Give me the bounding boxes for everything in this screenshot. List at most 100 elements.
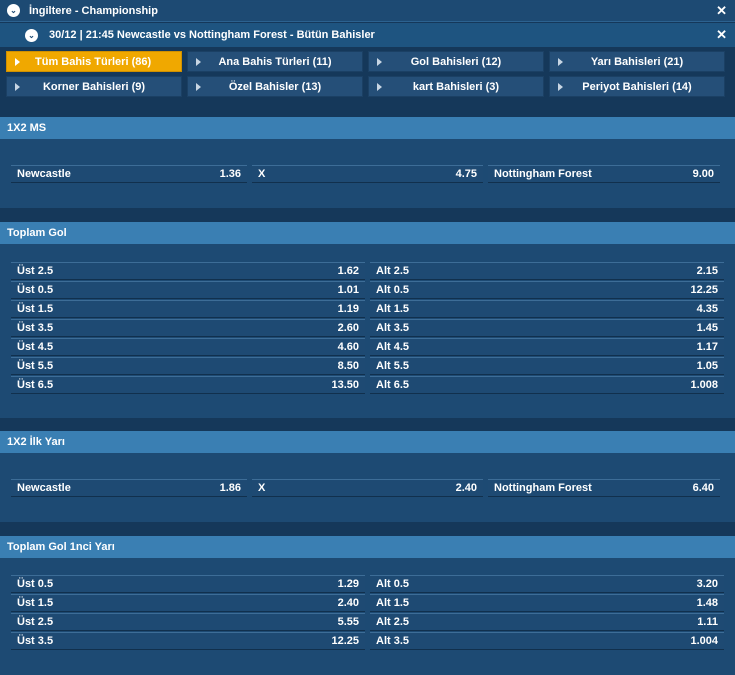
caret-right-icon xyxy=(15,83,20,91)
market-1x2-first-half: 1X2 İlk Yarı Newcastle 1.86 X 2.40 Notting… xyxy=(0,431,735,522)
market-body: Newcastle 1.86 X 2.40 Nottingham Forest 6.4… xyxy=(0,453,735,522)
match-header[interactable]: ⌄ 30/12 | 21:45 Newcastle vs Nottingham … xyxy=(0,23,735,47)
odd-under[interactable]: Alt 3.5 1.45 xyxy=(370,319,724,337)
odd-over[interactable]: Üst 2.5 5.55 xyxy=(11,613,365,631)
odd-over[interactable]: Üst 4.5 4.60 xyxy=(11,338,365,356)
tab-corner-bets[interactable]: Korner Bahisleri (9) xyxy=(6,76,182,97)
outcome-name: Üst 3.5 xyxy=(17,322,54,334)
odds-row: Üst 3.5 12.25 Alt 3.5 1.004 xyxy=(11,632,724,650)
odd-value: 12.25 xyxy=(690,284,718,296)
odd-under[interactable]: Alt 6.5 1.008 xyxy=(370,376,724,394)
outcome-name: Üst 0.5 xyxy=(17,284,54,296)
tab-card-bets[interactable]: kart Bahisleri (3) xyxy=(368,76,544,97)
market-total-goals: Toplam Gol Üst 2.5 1.62 Alt 2.5 2.15 Üst 0… xyxy=(0,222,735,418)
odd-draw[interactable]: X 4.75 xyxy=(252,165,483,183)
tab-label: Yarı Bahisleri (21) xyxy=(590,55,684,68)
tab-period-bets[interactable]: Periyot Bahisleri (14) xyxy=(549,76,725,97)
odds-row: Üst 2.5 1.62 Alt 2.5 2.15 xyxy=(11,262,724,280)
odd-home[interactable]: Newcastle 1.86 xyxy=(11,479,247,497)
league-header[interactable]: ⌄ İngiltere - Championship ✕ xyxy=(0,0,735,22)
odd-over[interactable]: Üst 2.5 1.62 xyxy=(11,262,365,280)
odd-value: 5.55 xyxy=(337,616,359,628)
odd-over[interactable]: Üst 1.5 1.19 xyxy=(11,300,365,318)
tab-main-bets[interactable]: Ana Bahis Türleri (11) xyxy=(187,51,363,72)
outcome-name: Üst 1.5 xyxy=(17,597,54,609)
outcome-name: Üst 0.5 xyxy=(17,578,54,590)
odd-under[interactable]: Alt 5.5 1.05 xyxy=(370,357,724,375)
outcome-name: Alt 0.5 xyxy=(376,578,410,590)
tab-all-bets[interactable]: Tüm Bahis Türleri (86) xyxy=(6,51,182,72)
outcome-name: Alt 3.5 xyxy=(376,322,410,334)
caret-right-icon xyxy=(15,58,20,66)
tab-half-bets[interactable]: Yarı Bahisleri (21) xyxy=(549,51,725,72)
tab-label: Tüm Bahis Türleri (86) xyxy=(35,55,152,68)
odd-away[interactable]: Nottingham Forest 6.40 xyxy=(488,479,720,497)
chevron-down-icon[interactable]: ⌄ xyxy=(7,4,20,17)
odd-value: 4.75 xyxy=(455,168,477,180)
odd-under[interactable]: Alt 4.5 1.17 xyxy=(370,338,724,356)
odd-under[interactable]: Alt 2.5 1.11 xyxy=(370,613,724,631)
odds-row: Üst 1.5 1.19 Alt 1.5 4.35 xyxy=(11,300,724,318)
odd-under[interactable]: Alt 1.5 1.48 xyxy=(370,594,724,612)
odds-row: Üst 6.5 13.50 Alt 6.5 1.008 xyxy=(11,376,724,394)
odd-over[interactable]: Üst 5.5 8.50 xyxy=(11,357,365,375)
odd-away[interactable]: Nottingham Forest 9.00 xyxy=(488,165,720,183)
odd-draw[interactable]: X 2.40 xyxy=(252,479,483,497)
odd-under[interactable]: Alt 0.5 12.25 xyxy=(370,281,724,299)
odd-value: 1.11 xyxy=(697,616,718,628)
outcome-name: Üst 3.5 xyxy=(17,635,54,647)
chevron-down-icon[interactable]: ⌄ xyxy=(25,28,38,42)
match-title: 30/12 | 21:45 Newcastle vs Nottingham Fo… xyxy=(49,29,375,41)
odd-under[interactable]: Alt 1.5 4.35 xyxy=(370,300,724,318)
tab-goal-bets[interactable]: Gol Bahisleri (12) xyxy=(368,51,544,72)
odd-under[interactable]: Alt 3.5 1.004 xyxy=(370,632,724,650)
tab-label: Periyot Bahisleri (14) xyxy=(582,80,692,93)
odd-value: 1.004 xyxy=(690,635,718,647)
outcome-name: Üst 6.5 xyxy=(17,379,54,391)
outcome-name: Üst 1.5 xyxy=(17,303,54,315)
odd-home[interactable]: Newcastle 1.36 xyxy=(11,165,247,183)
tab-label: Özel Bahisler (13) xyxy=(228,80,322,93)
odd-over[interactable]: Üst 0.5 1.29 xyxy=(11,575,365,593)
odd-over[interactable]: Üst 0.5 1.01 xyxy=(11,281,365,299)
market-title: Toplam Gol 1nci Yarı xyxy=(0,536,735,558)
market-title: 1X2 MS xyxy=(0,117,735,139)
odds-row: Newcastle 1.36 X 4.75 Nottingham Forest 9.0… xyxy=(11,165,720,183)
odd-value: 1.17 xyxy=(696,341,718,353)
odd-over[interactable]: Üst 3.5 2.60 xyxy=(11,319,365,337)
odd-value: 2.40 xyxy=(337,597,359,609)
caret-right-icon xyxy=(196,83,201,91)
outcome-name: Alt 1.5 xyxy=(376,597,410,609)
market-title: 1X2 İlk Yarı xyxy=(0,431,735,453)
odd-under[interactable]: Alt 2.5 2.15 xyxy=(370,262,724,280)
outcome-name: Alt 2.5 xyxy=(376,616,410,628)
market-body: Newcastle 1.36 X 4.75 Nottingham Forest 9.0… xyxy=(0,139,735,208)
odd-value: 3.20 xyxy=(696,578,718,590)
odds-row: Üst 2.5 5.55 Alt 2.5 1.11 xyxy=(11,613,724,631)
close-match-button[interactable]: ✕ xyxy=(716,27,727,43)
odd-value: 1.48 xyxy=(696,597,718,609)
odd-over[interactable]: Üst 3.5 12.25 xyxy=(11,632,365,650)
odd-value: 1.19 xyxy=(337,303,359,315)
outcome-name: X xyxy=(258,482,266,494)
odd-under[interactable]: Alt 0.5 3.20 xyxy=(370,575,724,593)
close-league-button[interactable]: ✕ xyxy=(716,3,727,19)
outcome-name: Nottingham Forest xyxy=(494,168,592,180)
market-title: Toplam Gol xyxy=(0,222,735,244)
outcome-name: Nottingham Forest xyxy=(494,482,592,494)
odd-value: 1.62 xyxy=(337,265,359,277)
tab-special-bets[interactable]: Özel Bahisler (13) xyxy=(187,76,363,97)
odds-row: Newcastle 1.86 X 2.40 Nottingham Forest 6.4… xyxy=(11,479,720,497)
outcome-name: Üst 2.5 xyxy=(17,616,54,628)
caret-right-icon xyxy=(558,83,563,91)
odd-value: 8.50 xyxy=(337,360,359,372)
outcome-name: Üst 5.5 xyxy=(17,360,54,372)
odd-over[interactable]: Üst 6.5 13.50 xyxy=(11,376,365,394)
tab-label: Korner Bahisleri (9) xyxy=(42,80,146,93)
odd-value: 13.50 xyxy=(331,379,359,391)
odds-row: Üst 4.5 4.60 Alt 4.5 1.17 xyxy=(11,338,724,356)
market-total-goals-first-half: Toplam Gol 1nci Yarı Üst 0.5 1.29 Alt 0.5… xyxy=(0,536,735,675)
odd-over[interactable]: Üst 1.5 2.40 xyxy=(11,594,365,612)
odd-value: 1.36 xyxy=(219,168,241,180)
odd-value: 4.60 xyxy=(337,341,359,353)
